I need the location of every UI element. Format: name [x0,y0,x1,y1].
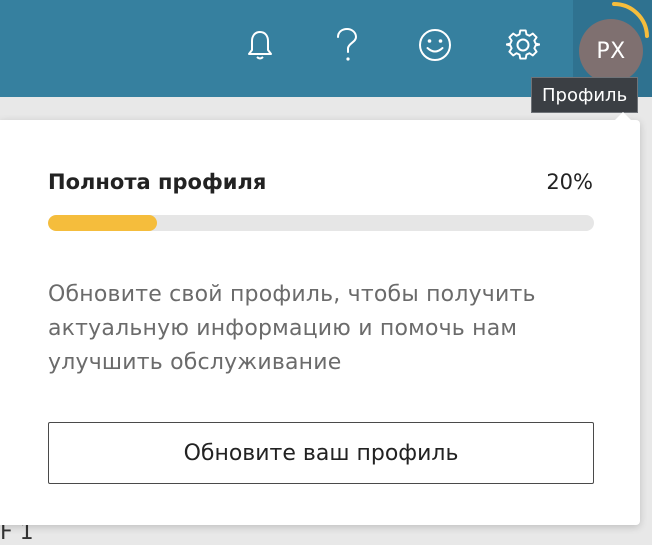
help-button[interactable] [324,22,370,68]
update-profile-button[interactable]: Обновите ваш профиль [48,422,594,484]
feedback-smiley-icon [419,29,451,61]
completeness-percent: 20% [546,170,593,194]
settings-button[interactable] [500,22,546,68]
card-title: Полнота профиля [48,170,267,194]
feedback-button[interactable] [412,22,458,68]
card-caret [614,112,632,121]
notifications-button[interactable] [237,22,283,68]
card-description: Обновите свой профиль, чтобы получить ак… [48,282,536,375]
completeness-progress-bar [48,215,594,231]
profile-tooltip: Профиль [531,77,639,113]
settings-gear-icon [506,29,540,60]
profile-avatar[interactable]: PX [579,19,643,83]
progress-fill [48,215,158,231]
help-icon [337,28,358,61]
bell-icon [248,31,272,60]
